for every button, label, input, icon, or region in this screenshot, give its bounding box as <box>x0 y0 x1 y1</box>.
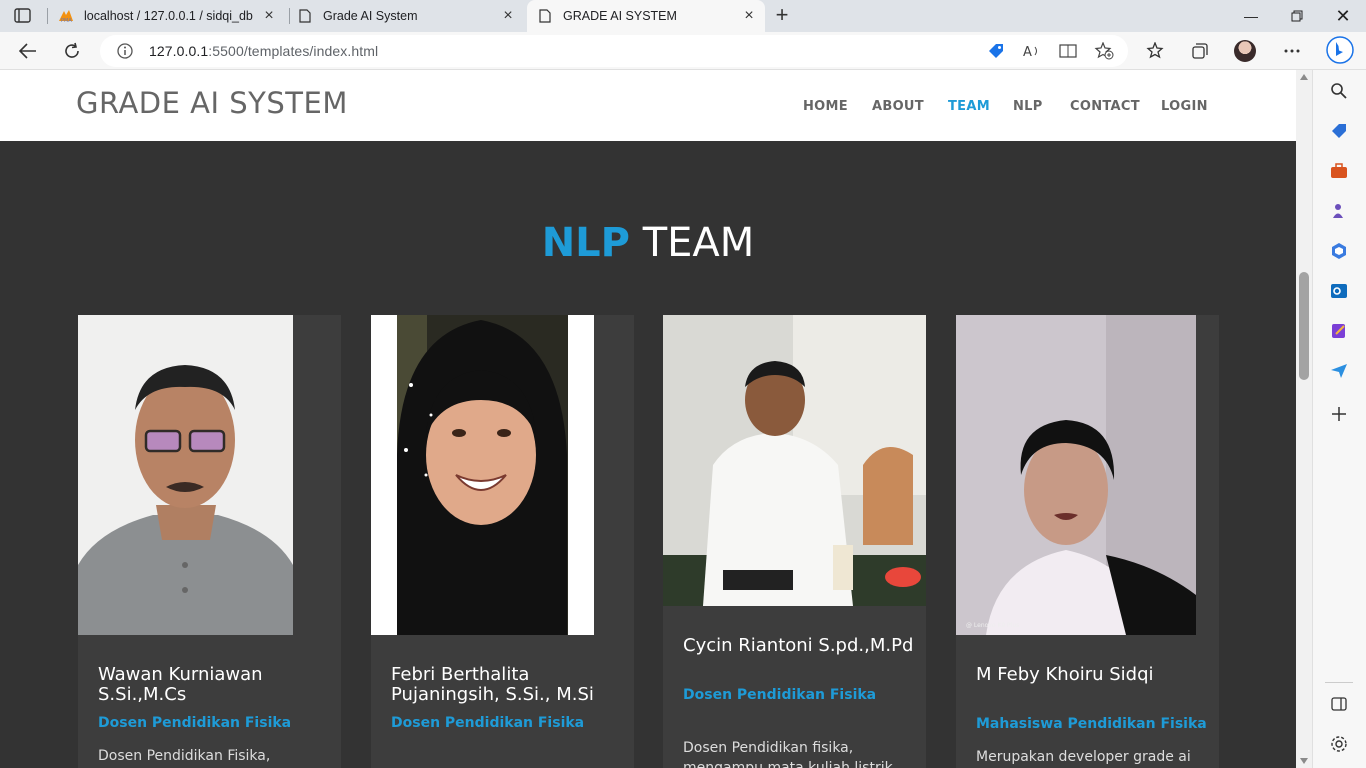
team-name: Wawan Kurniawan S.Si.,M.Cs <box>98 664 263 705</box>
tab-grade-ai[interactable]: Grade AI System × <box>291 0 524 32</box>
browser-toolbar: 127.0.0.1:5500/templates/index.html A <box>0 32 1366 70</box>
team-role: Dosen Pendidikan Fisika <box>98 715 292 731</box>
edge-sidebar <box>1312 70 1366 768</box>
nav-team[interactable]: TEAM <box>948 99 990 114</box>
close-window-icon[interactable]: ✕ <box>1320 0 1366 32</box>
profile-avatar[interactable] <box>1234 40 1256 62</box>
team-desc: Dosen Pendidikan fisika, mengampu mata ku… <box>683 740 893 768</box>
team-photo <box>371 315 594 635</box>
close-tab-icon[interactable]: × <box>261 8 277 24</box>
scroll-up-arrow-icon[interactable] <box>1300 74 1308 80</box>
site-brand[interactable]: GRADE AI SYSTEM <box>76 86 348 120</box>
team-photo <box>663 315 926 606</box>
team-name: Febri Berthalita Pujaningsih, S.Si., M.Si <box>391 664 594 705</box>
nav-about[interactable]: ABOUT <box>872 99 924 114</box>
tools-icon[interactable] <box>1328 160 1350 182</box>
page-icon <box>537 8 553 24</box>
team-role: Dosen Pendidikan Fisika <box>683 687 877 703</box>
team-photo: @ Lenovo K9 Plus <box>956 315 1196 635</box>
refresh-icon[interactable] <box>60 39 84 63</box>
back-icon[interactable] <box>16 39 40 63</box>
microsoft365-icon[interactable] <box>1328 240 1350 262</box>
search-icon[interactable] <box>1328 80 1350 102</box>
team-card: Wawan Kurniawan S.Si.,M.Cs Dosen Pendidik… <box>78 315 341 768</box>
team-role: Dosen Pendidikan Fisika <box>391 715 585 731</box>
svg-text:@ Lenovo K9 Plus: @ Lenovo K9 Plus <box>966 622 1019 629</box>
send-icon[interactable] <box>1328 360 1350 382</box>
team-role: Mahasiswa Pendidikan Fisika <box>976 716 1207 732</box>
page-scrollbar[interactable] <box>1296 70 1312 768</box>
team-desc: Dosen Pendidikan Fisika, Bidang <box>98 748 271 764</box>
svg-text:A: A <box>1023 45 1032 59</box>
nav-home[interactable]: HOME <box>803 99 848 114</box>
add-favorite-icon[interactable] <box>1094 41 1114 61</box>
settings-icon[interactable] <box>1328 733 1350 755</box>
svg-text:PMA: PMA <box>61 18 72 23</box>
team-card: @ Lenovo K9 Plus M Feby Khoiru Sidqi Mah… <box>956 315 1219 768</box>
shopping-tag-icon[interactable] <box>986 41 1006 61</box>
site-info-icon[interactable] <box>117 43 133 64</box>
minimize-icon[interactable]: — <box>1228 0 1274 32</box>
bing-copilot-icon[interactable] <box>1326 36 1354 64</box>
restore-icon[interactable] <box>1274 0 1320 32</box>
team-desc: Merupakan developer grade ai <box>976 749 1191 765</box>
collections-icon[interactable] <box>1190 41 1210 61</box>
address-bar[interactable]: 127.0.0.1:5500/templates/index.html A <box>100 35 1128 67</box>
phpmyadmin-icon: PMA <box>58 8 74 24</box>
outlook-icon[interactable] <box>1328 280 1350 302</box>
favorites-icon[interactable] <box>1146 41 1166 61</box>
nav-nlp[interactable]: NLP <box>1013 99 1043 114</box>
scroll-thumb[interactable] <box>1299 272 1309 380</box>
section-title: NLP TEAM <box>541 220 755 266</box>
add-sidebar-app-icon[interactable] <box>1328 403 1350 425</box>
nav-login[interactable]: LOGIN <box>1161 99 1208 114</box>
read-aloud-icon[interactable]: A <box>1022 41 1042 61</box>
team-photo <box>78 315 293 635</box>
team-card: Febri Berthalita Pujaningsih, S.Si., M.Si… <box>371 315 634 768</box>
tab-strip: PMA localhost / 127.0.0.1 / sidqi_db / t… <box>0 0 1366 32</box>
designer-icon[interactable] <box>1328 320 1350 342</box>
scroll-down-arrow-icon[interactable] <box>1300 758 1308 764</box>
nav-contact[interactable]: CONTACT <box>1070 99 1140 114</box>
close-tab-icon[interactable]: × <box>741 8 757 24</box>
page-viewport: GRADE AI SYSTEM HOME ABOUT TEAM NLP CONT… <box>0 70 1296 768</box>
team-name: Cycin Riantoni S.pd.,M.Pd <box>683 635 914 656</box>
close-tab-icon[interactable]: × <box>500 8 516 24</box>
more-menu-icon[interactable] <box>1282 41 1302 61</box>
team-name: M Feby Khoiru Sidqi <box>976 664 1154 685</box>
new-tab-icon[interactable]: + <box>771 4 793 27</box>
team-card: Cycin Riantoni S.pd.,M.Pd Dosen Pendidik… <box>663 315 926 768</box>
sidebar-layout-icon[interactable] <box>1328 693 1350 715</box>
tab-phpmyadmin[interactable]: PMA localhost / 127.0.0.1 / sidqi_db / t… <box>52 0 285 32</box>
shopping-icon[interactable] <box>1328 120 1350 142</box>
immersive-reader-icon[interactable] <box>1058 41 1078 61</box>
tab-actions-icon[interactable] <box>13 7 33 25</box>
tab-grade-ai-active[interactable]: GRADE AI SYSTEM × <box>527 0 765 32</box>
page-icon <box>297 8 313 24</box>
games-icon[interactable] <box>1328 200 1350 222</box>
site-header: GRADE AI SYSTEM HOME ABOUT TEAM NLP CONT… <box>0 70 1296 141</box>
url-text: 127.0.0.1:5500/templates/index.html <box>149 43 379 59</box>
